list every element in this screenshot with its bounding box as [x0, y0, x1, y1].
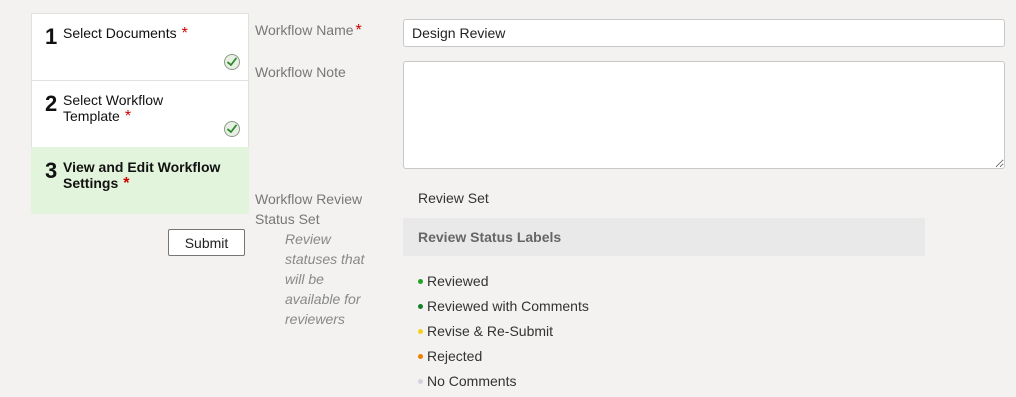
required-marker: * — [123, 175, 130, 192]
step-number: 3 — [45, 158, 58, 183]
workflow-note-label: Workflow Note — [255, 64, 346, 80]
required-marker: * — [124, 108, 132, 125]
step-view-edit-settings[interactable]: 3 View and Edit Workflow Settings * — [31, 147, 249, 214]
step-title-text: View and Edit Workflow Settings — [63, 159, 221, 191]
step-title: Select Documents * — [63, 25, 233, 42]
check-circle-icon — [224, 121, 240, 137]
status-label: Reviewed with Comments — [427, 298, 589, 314]
step-title: View and Edit Workflow Settings * — [63, 159, 233, 192]
status-item: Revise & Re-Submit — [418, 322, 589, 347]
step-select-workflow-template[interactable]: 2 Select Workflow Template * — [31, 80, 249, 147]
status-label: No Comments — [427, 373, 517, 389]
status-dot-icon — [418, 328, 423, 334]
status-label: Reviewed — [427, 273, 489, 289]
status-item: Reviewed — [418, 272, 589, 297]
required-marker: * — [181, 25, 188, 42]
step-title: Select Workflow Template * — [63, 92, 173, 125]
required-marker: * — [355, 22, 362, 39]
status-dot-icon — [418, 378, 423, 384]
workflow-note-textarea[interactable] — [403, 61, 1005, 169]
status-item: Reviewed with Comments — [418, 297, 589, 322]
step-number: 2 — [45, 91, 58, 116]
status-dot-icon — [418, 303, 423, 309]
check-circle-icon — [224, 54, 240, 70]
review-status-set-label: Workflow Review Status Set — [255, 191, 363, 227]
step-title-text: Select Workflow Template — [63, 92, 164, 124]
review-set-value: Review Set — [418, 190, 489, 206]
step-title-text: Select Documents — [63, 25, 177, 41]
step-number: 1 — [45, 24, 58, 49]
workflow-name-label: Workflow Name * — [255, 20, 362, 41]
status-dot-icon — [418, 278, 423, 284]
workflow-name-label-text: Workflow Name — [255, 22, 354, 38]
status-item: No Comments — [418, 372, 589, 397]
workflow-name-input[interactable] — [403, 19, 1005, 47]
status-dot-icon — [418, 353, 423, 359]
step-select-documents[interactable]: 1 Select Documents * — [31, 13, 249, 80]
status-item: Rejected — [418, 347, 589, 372]
submit-button[interactable]: Submit — [168, 229, 245, 256]
review-status-help-text: Review statuses that will be available f… — [285, 231, 365, 327]
status-list: Reviewed Reviewed with Comments Revise &… — [418, 272, 589, 397]
status-label: Revise & Re-Submit — [427, 323, 554, 339]
wizard-steps: 1 Select Documents * 2 Select Workflow Te… — [31, 13, 249, 214]
status-label: Rejected — [427, 348, 483, 364]
status-labels-header: Review Status Labels — [403, 218, 925, 256]
